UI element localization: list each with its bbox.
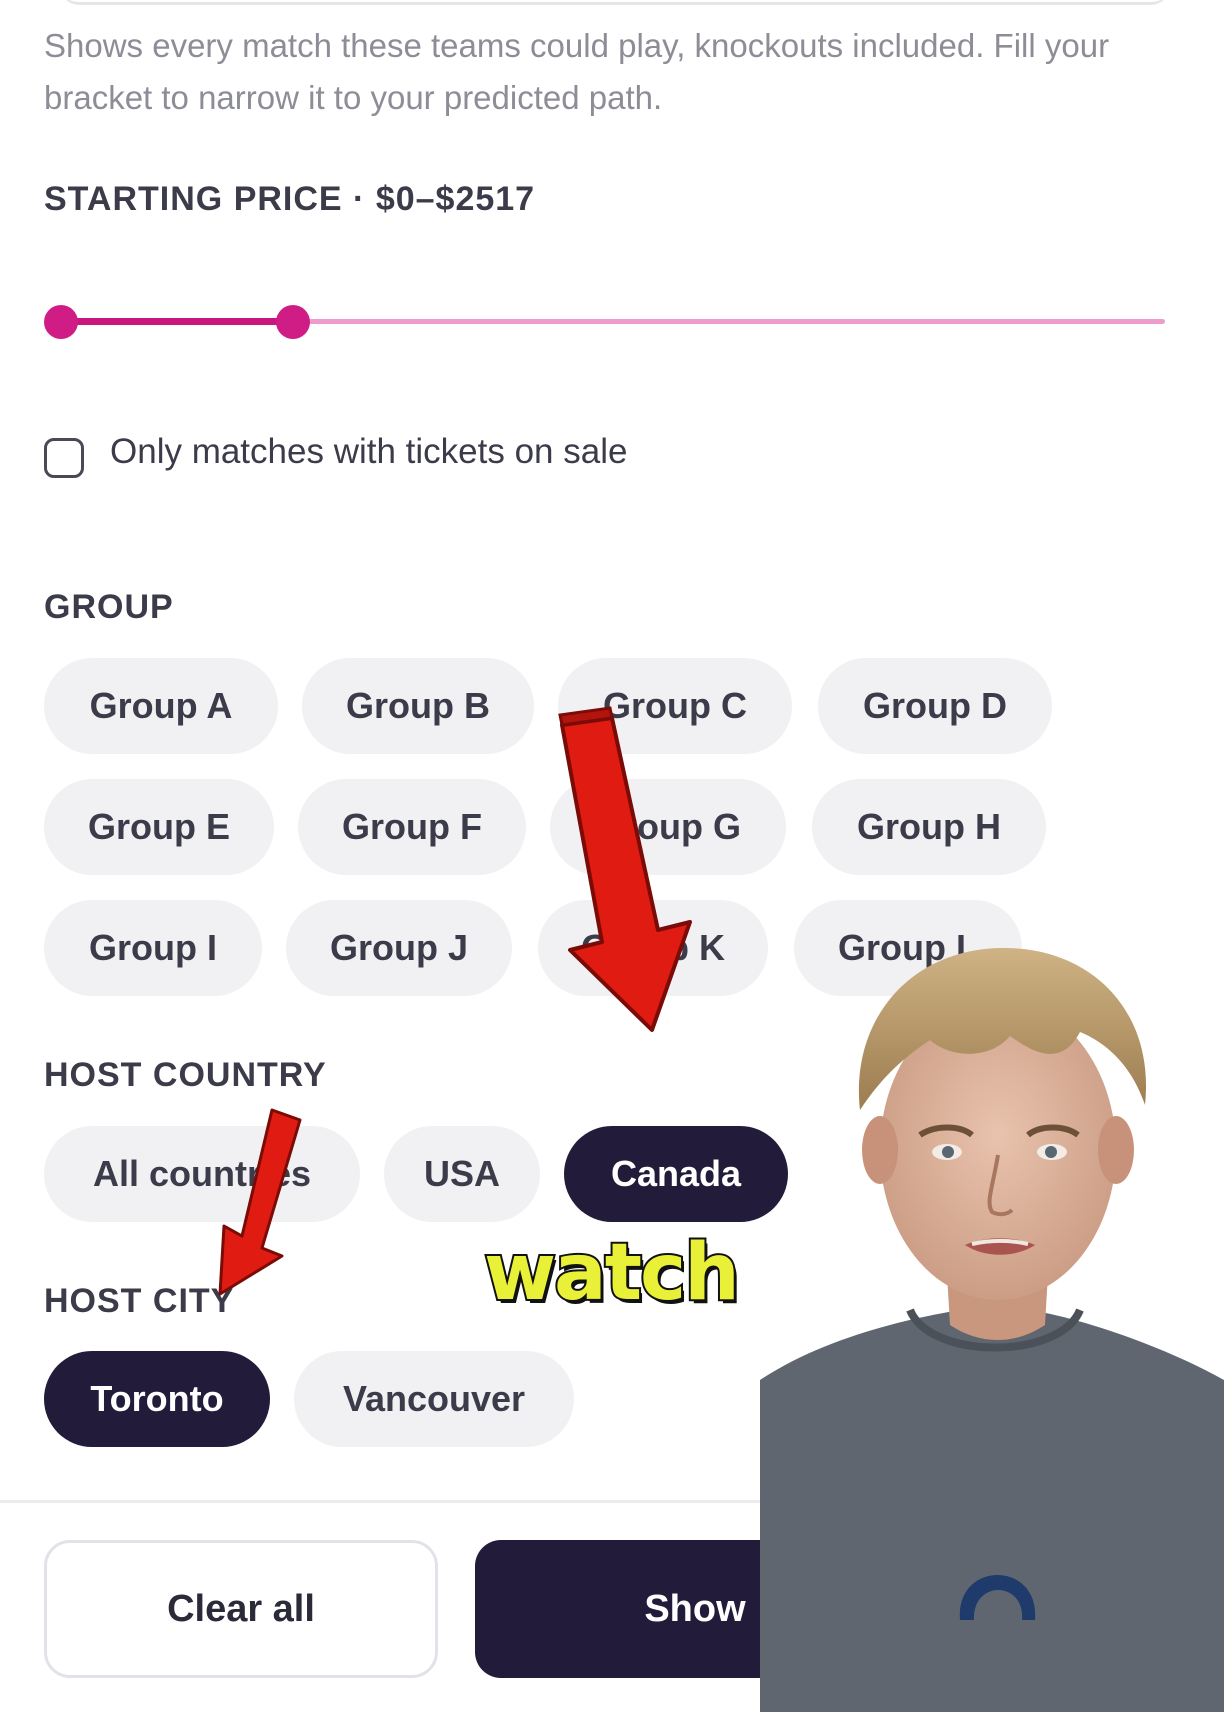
chip-group-i[interactable]: Group I [44,900,262,996]
slider-fill [60,318,292,325]
chip-group-a[interactable]: Group A [44,658,278,754]
chip-group-j[interactable]: Group J [286,900,512,996]
chip-group-f[interactable]: Group F [298,779,526,875]
price-label: STARTING PRICE · $0–$2517 [44,180,536,218]
on-sale-checkbox[interactable] [44,438,84,478]
video-caption: watch [482,1226,742,1320]
filter-panel: Shows every match these teams could play… [0,0,1224,1712]
host-country-label: HOST COUNTRY [44,1056,327,1094]
chip-group-d[interactable]: Group D [818,658,1052,754]
chip-usa[interactable]: USA [384,1126,540,1222]
chip-vancouver[interactable]: Vancouver [294,1351,574,1447]
slider-thumb-max[interactable] [276,305,310,339]
arrow-down-icon [558,706,692,1032]
chip-group-e[interactable]: Group E [44,779,274,875]
creator-video-overlay [760,947,1224,1712]
chip-canada[interactable]: Canada [564,1126,788,1222]
chip-toronto[interactable]: Toronto [44,1351,270,1447]
on-sale-checkbox-label[interactable]: Only matches with tickets on sale [110,432,627,472]
top-divider [60,0,1170,5]
helper-text: Shows every match these teams could play… [44,27,1110,116]
chip-group-h[interactable]: Group H [812,779,1046,875]
arrow-down-small-icon [218,1108,302,1296]
group-label: GROUP [44,588,174,626]
chip-group-b[interactable]: Group B [302,658,534,754]
clear-all-button[interactable]: Clear all [44,1540,438,1678]
slider-thumb-min[interactable] [44,305,78,339]
